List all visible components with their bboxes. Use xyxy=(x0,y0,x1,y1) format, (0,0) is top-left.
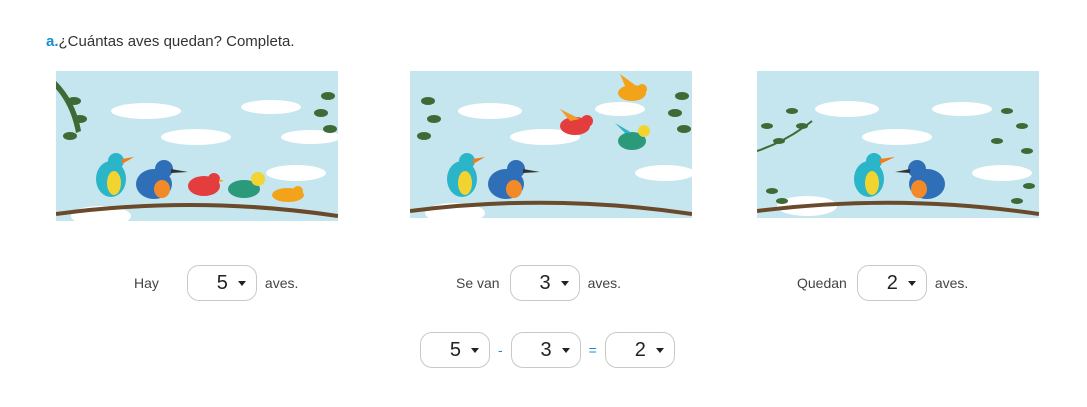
label-aves: aves. xyxy=(264,275,299,291)
equation-select-result[interactable]: 2 xyxy=(604,332,675,368)
label-aves: aves. xyxy=(587,275,622,291)
answer-select-hay[interactable]: 5 xyxy=(186,265,257,301)
question-letter: a. xyxy=(46,33,59,50)
select-value: 2 xyxy=(634,338,646,361)
question-text: ¿Cuántas aves quedan? Completa. xyxy=(58,33,295,50)
answer-select-quedan[interactable]: 2 xyxy=(856,265,927,301)
chevron-down-icon xyxy=(655,347,664,353)
equals-sign: = xyxy=(588,342,597,358)
select-value: 3 xyxy=(539,271,551,294)
answer-row-hay: Hay 5 aves. xyxy=(134,264,298,302)
minus-sign: - xyxy=(498,342,503,358)
label-se-van: Se van xyxy=(456,275,500,291)
scene-image-birds-initial xyxy=(56,71,338,259)
select-value: 3 xyxy=(540,338,552,361)
chevron-down-icon xyxy=(237,280,246,286)
question-title: a.¿Cuántas aves quedan? Completa. xyxy=(46,33,295,50)
equation-select-minuend[interactable]: 5 xyxy=(420,332,490,368)
chevron-down-icon xyxy=(561,347,570,353)
answer-row-quedan: Quedan 2 aves. xyxy=(797,264,968,302)
scene-image-birds-remaining xyxy=(757,71,1039,249)
equation-row: 5 - 3 = 2 xyxy=(420,331,675,369)
select-value: 2 xyxy=(886,271,898,294)
label-hay: Hay xyxy=(134,275,159,291)
chevron-down-icon xyxy=(560,280,569,286)
scene-image-birds-leaving xyxy=(410,71,692,249)
chevron-down-icon xyxy=(907,280,916,286)
answer-row-se-van: Se van 3 aves. xyxy=(456,264,621,302)
select-value: 5 xyxy=(216,271,228,294)
select-value: 5 xyxy=(449,338,461,361)
chevron-down-icon xyxy=(471,347,479,353)
equation-select-subtrahend[interactable]: 3 xyxy=(510,332,581,368)
label-aves: aves. xyxy=(934,275,969,291)
answer-select-se-van[interactable]: 3 xyxy=(509,265,580,301)
label-quedan: Quedan xyxy=(797,275,847,291)
